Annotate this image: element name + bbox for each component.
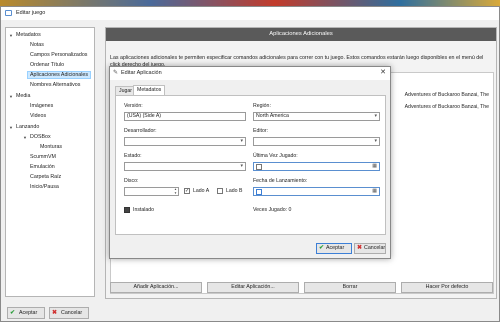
editor-label: Editor:	[253, 128, 268, 134]
check-icon: ✔	[10, 310, 16, 316]
dialog-cancel-label: Cancelar	[364, 245, 386, 251]
chevron-down-icon: ▾	[240, 138, 243, 144]
status-label: Estado:	[124, 153, 142, 159]
side-b-label: Lado B	[226, 188, 243, 194]
chevron-down-icon: ▾	[374, 113, 377, 119]
sidebar-item-aplicaciones-adicionales[interactable]: Aplicaciones Adicionales	[26, 71, 92, 79]
expand-arrow-icon[interactable]: ▼	[9, 33, 13, 38]
dialog-title: Editar Aplicación	[121, 70, 162, 76]
accept-button[interactable]: ✔ Aceptar	[7, 307, 45, 319]
side-a-checkbox[interactable]: ✓	[184, 188, 190, 194]
spinner-arrows-icon[interactable]: ▲ ▼	[174, 188, 177, 195]
expand-arrow-icon[interactable]: ▼	[9, 94, 13, 99]
disc-spinner[interactable]: ▲ ▼	[124, 187, 179, 196]
sidebar-item-campos-personalizados[interactable]: Campos Personalizados	[30, 52, 87, 58]
cross-icon: ✖	[52, 310, 58, 316]
tab-metadatos[interactable]: Metadatos	[133, 85, 166, 95]
calendar-icon[interactable]: ▦	[372, 188, 377, 195]
installed-label: Instalado	[133, 207, 155, 213]
list-item[interactable]: Adventures of Buckaroo Banzai, The	[405, 92, 489, 98]
release-date-label: Fecha de Lanzamiento:	[253, 178, 308, 184]
add-app-button[interactable]: Añadir Aplicación...	[110, 282, 202, 293]
sidebar-item-monturas[interactable]: Monturas	[40, 144, 62, 150]
sidebar-item-inicio-pausa[interactable]: Inicio/Pausa	[30, 184, 59, 190]
status-select[interactable]: ▾	[124, 162, 246, 171]
list-item[interactable]: Adventures of Buckaroo Banzai, The	[405, 104, 489, 110]
times-played-label: Veces Jugado: 0	[253, 207, 292, 213]
make-default-button[interactable]: Hacer Por defecto	[401, 282, 493, 293]
metadata-tab-body: Versión: (USA) (Side A) Región: North Am…	[115, 95, 386, 235]
window-title: Editar juego	[16, 10, 46, 16]
cross-icon: ✖	[357, 245, 363, 251]
version-label: Versión:	[124, 103, 143, 109]
sidebar-item-carpeta-raiz[interactable]: Carpeta Raíz	[30, 174, 61, 180]
cancel-label: Cancelar	[61, 310, 83, 316]
sidebar-item-lanzando[interactable]: Lanzando	[16, 124, 39, 130]
check-icon: ✔	[319, 245, 325, 251]
sidebar-item-emulacion[interactable]: Emulación	[30, 164, 55, 170]
close-icon[interactable]: ✕	[380, 68, 386, 76]
sidebar-item-notas[interactable]: Notas	[30, 42, 44, 48]
expand-arrow-icon[interactable]: ▼	[9, 125, 13, 130]
dialog-cancel-button[interactable]: ✖ Cancelar	[354, 243, 386, 254]
sidebar-item-imagenes[interactable]: Imágenes	[30, 103, 53, 109]
sidebar-item-media[interactable]: Media	[16, 93, 30, 99]
delete-app-button[interactable]: Borrar	[304, 282, 396, 293]
side-a-label: Lado A	[193, 188, 210, 194]
window-icon	[5, 10, 12, 16]
release-date-checkbox[interactable]	[256, 189, 262, 195]
edit-app-button[interactable]: Editar Aplicación...	[207, 282, 299, 293]
sidebar-tree: ▼ Metadatos Notas Campos Personalizados …	[5, 27, 95, 297]
version-input[interactable]: (USA) (Side A)	[124, 112, 246, 121]
side-b-checkbox[interactable]	[217, 188, 223, 194]
last-played-checkbox[interactable]	[256, 164, 262, 170]
dialog-titlebar: ✎ Editar Aplicación ✕	[110, 67, 390, 80]
disc-label: Disco:	[124, 178, 139, 184]
sidebar-item-videos[interactable]: Videos	[30, 113, 46, 119]
cancel-button[interactable]: ✖ Cancelar	[49, 307, 89, 319]
edit-app-dialog: ✎ Editar Aplicación ✕ Jugar Metadatos Ve…	[109, 66, 391, 259]
sidebar-item-nombres-alternativos[interactable]: Nombres Alternativos	[30, 82, 80, 88]
editor-select[interactable]: ▾	[253, 137, 380, 146]
chevron-down-icon: ▾	[374, 138, 377, 144]
region-select[interactable]: North America ▾	[253, 112, 380, 121]
pencil-icon: ✎	[113, 70, 119, 76]
release-date-picker[interactable]: ▦	[253, 187, 380, 196]
sidebar-item-ordenar-titulo[interactable]: Ordenar Título	[30, 62, 64, 68]
chevron-down-icon: ▾	[240, 163, 243, 169]
region-label: Región:	[253, 103, 271, 109]
sidebar-item-scummvm[interactable]: ScummVM	[30, 154, 56, 160]
dialog-accept-button[interactable]: ✔ Aceptar	[316, 243, 352, 254]
last-played-date-picker[interactable]: ▦	[253, 162, 380, 171]
developer-label: Desarrollador:	[124, 128, 157, 134]
accept-label: Aceptar	[19, 310, 38, 316]
dialog-accept-label: Aceptar	[326, 245, 345, 251]
region-value: North America	[256, 113, 289, 119]
calendar-icon[interactable]: ▦	[372, 163, 377, 170]
window-titlebar: Editar juego	[1, 7, 499, 20]
panel-header: Aplicaciones Adicionales	[106, 28, 496, 41]
sidebar-item-dosbox[interactable]: DOSBox	[30, 134, 51, 140]
sidebar-item-metadatos[interactable]: Metadatos	[16, 32, 41, 38]
installed-checkbox[interactable]	[124, 207, 130, 213]
developer-select[interactable]: ▾	[124, 137, 246, 146]
last-played-label: Última Vez Jugado:	[253, 153, 298, 159]
expand-arrow-icon[interactable]: ▼	[23, 135, 27, 140]
